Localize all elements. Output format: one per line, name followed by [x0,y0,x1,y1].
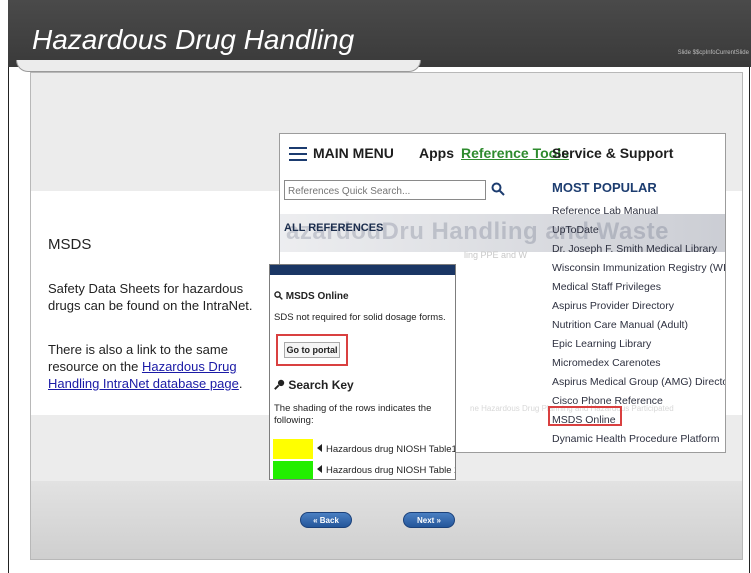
back-button[interactable]: « Back [300,512,352,528]
popular-link[interactable]: Micromedex Carenotes [552,354,725,373]
search-key-description: The shading of the rows indicates the fo… [274,403,432,426]
popular-link[interactable]: UpToDate [552,221,725,240]
main-menu-bar: MAIN MENU Apps Reference Tools Service &… [280,134,725,174]
legend-label: Hazardous drug NIOSH Table1 [326,444,456,455]
yellow-swatch [273,439,313,459]
most-popular-heading: MOST POPULAR [552,180,657,195]
popular-link[interactable]: Aspirus Medical Group (AMG) Directory [552,373,725,392]
popup-title-text: MSDS Online [285,291,349,302]
triangle-left-icon [317,444,322,452]
slide-id-label: Slide $$cpInfoCurrentSlide [677,50,749,56]
link-paragraph-suffix: . [238,376,243,391]
popular-link[interactable]: Dynamic Health Procedure Platform [552,430,725,449]
popular-link[interactable]: Wisconsin Immunization Registry (WIR) [552,259,725,278]
msds-online-highlight [548,406,622,426]
popup-title: MSDS Online [274,291,349,302]
references-search-field[interactable] [284,180,486,201]
frame-right-edge [749,67,750,573]
faint-banner-text: ling PPE and W [464,250,528,260]
green-swatch [273,461,313,479]
menu-service-support[interactable]: Service & Support [552,145,673,161]
triangle-left-icon [317,465,322,473]
menu-apps[interactable]: Apps [419,145,454,161]
legend-label: Hazardous drug NIOSH Table 2 [326,465,456,476]
hamburger-menu-icon[interactable] [289,147,307,161]
go-to-portal-button[interactable]: Go to portal [284,342,340,358]
frame-left-edge [8,67,9,573]
magnifier-icon [274,291,283,300]
popular-link[interactable]: Reference Lab Manual [552,202,725,221]
legend-item: Hazardous drug NIOSH Table1 [317,444,456,455]
legend-item: Hazardous drug NIOSH Table 2 [317,465,456,476]
popular-link[interactable]: Dr. Joseph F. Smith Medical Library [552,240,725,259]
header-tab [16,60,421,72]
section-heading: MSDS [48,236,92,253]
references-search-input[interactable] [285,182,465,201]
search-key-heading: Search Key [274,378,354,392]
next-button[interactable]: Next » [403,512,455,528]
link-paragraph: There is also a link to the same resourc… [48,341,258,392]
popup-top-bar [270,265,455,275]
msds-online-popup: MSDS Online SDS not required for solid d… [269,264,456,480]
popular-link[interactable]: Epic Learning Library [552,335,725,354]
popular-link[interactable]: Nutrition Care Manual (Adult) [552,316,725,335]
page-title: Hazardous Drug Handling [32,24,355,55]
intro-paragraph: Safety Data Sheets for hazardous drugs c… [48,281,253,313]
popular-link[interactable]: Aspirus Provider Directory [552,297,725,316]
key-icon [274,379,285,390]
title-bar: Hazardous Drug Handling Slide $$cpInfoCu… [8,0,751,67]
search-key-text: Search Key [288,378,354,392]
popular-link[interactable]: Medical Staff Privileges [552,278,725,297]
search-icon[interactable] [491,182,505,196]
popup-note: SDS not required for solid dosage forms. [274,312,446,323]
main-menu-label[interactable]: MAIN MENU [313,145,394,161]
go-to-portal-highlight: Go to portal [276,334,348,366]
all-references-heading: ALL REFERENCES [284,222,384,234]
slide-footer [31,481,742,559]
